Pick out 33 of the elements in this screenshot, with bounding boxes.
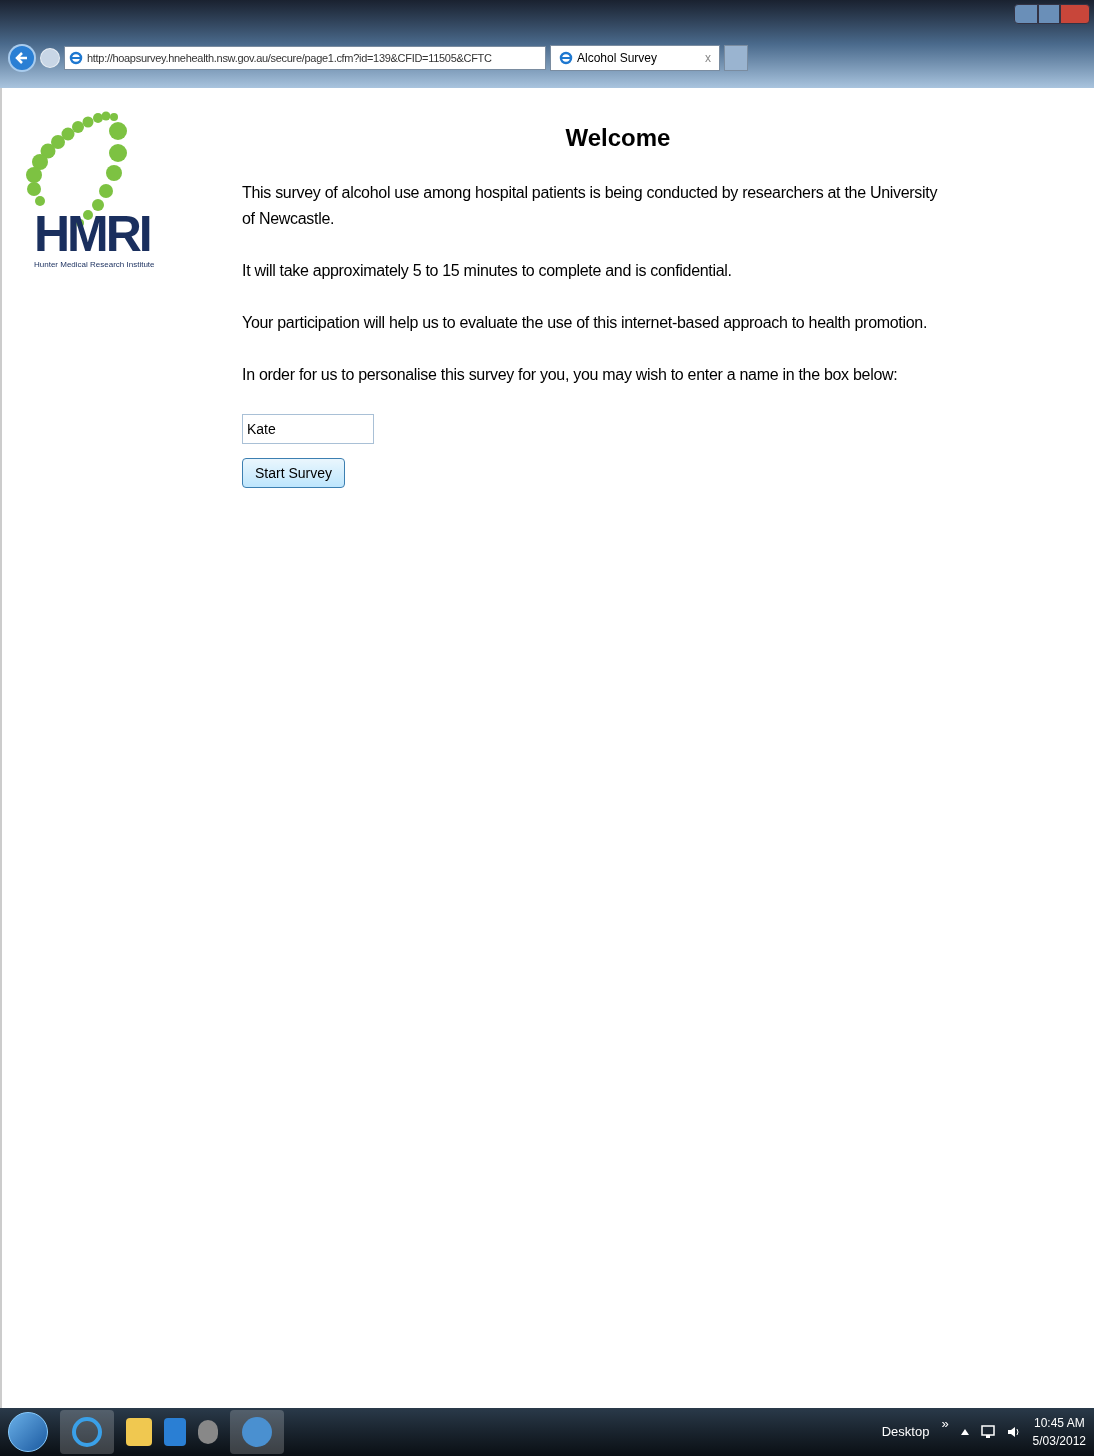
minimize-button[interactable]: [1014, 4, 1038, 24]
start-survey-button[interactable]: Start Survey: [242, 458, 346, 488]
start-button[interactable]: [8, 1412, 48, 1452]
close-button[interactable]: [1060, 4, 1090, 24]
forward-button[interactable]: [40, 48, 60, 68]
ie-page-icon: [559, 51, 573, 65]
network-icon[interactable]: [980, 1425, 995, 1439]
clock[interactable]: 10:45 AM 5/03/2012: [1032, 1414, 1086, 1450]
paragraph: In order for us to personalise this survey for you, you may wish to enter a name in the box below:: [242, 365, 899, 385]
speaker-icon[interactable]: [1006, 1425, 1021, 1439]
logo-subtitle: Hunter Medical Research Institute: [34, 259, 155, 271]
paragraph: It will take approximately 5 to 15 minutes to complete and is confidential.: [242, 261, 733, 281]
paragraph: This survey of alcohol use among hospital patients is being conducted by researchers at the University of Newcastle.: [242, 183, 939, 229]
tab-title: Alcohol Survey: [577, 50, 659, 67]
tab-close-button[interactable]: x: [705, 49, 711, 67]
address-bar[interactable]: http://hoapsurvey.hnehealth.nsw.gov.au/secure/page1.cfm?id=139&CFID=11505&CFTC: [64, 46, 546, 70]
back-button[interactable]: [8, 44, 36, 72]
page-heading: Welcome: [565, 123, 671, 153]
paragraph: Your participation will help us to evaluate the use of this internet-based approach to health promotion.: [242, 313, 929, 333]
globe-taskbar-icon[interactable]: [230, 1410, 284, 1454]
url-text: http://hoapsurvey.hnehealth.nsw.gov.au/secure/page1.cfm?id=139&CFID=11505&CFTC: [87, 50, 492, 66]
browser-taskbar-icon[interactable]: [60, 1410, 114, 1454]
clock-date: 5/03/2012: [1032, 1433, 1086, 1450]
maximize-button[interactable]: [1038, 4, 1060, 24]
ie-page-icon: [69, 51, 83, 65]
clock-time: 10:45 AM: [1033, 1415, 1085, 1432]
back-arrow-icon: [15, 51, 29, 65]
desktop-toolbar-label[interactable]: Desktop: [881, 1422, 930, 1442]
toolbar-chevron[interactable]: »: [941, 1414, 949, 1434]
show-hidden-icons-icon[interactable]: [960, 1429, 969, 1435]
logo-wordmark: HMRI: [34, 209, 150, 259]
browser-tab[interactable]: Alcohol Survey x: [550, 45, 720, 71]
name-input-field[interactable]: Kate: [242, 414, 374, 444]
